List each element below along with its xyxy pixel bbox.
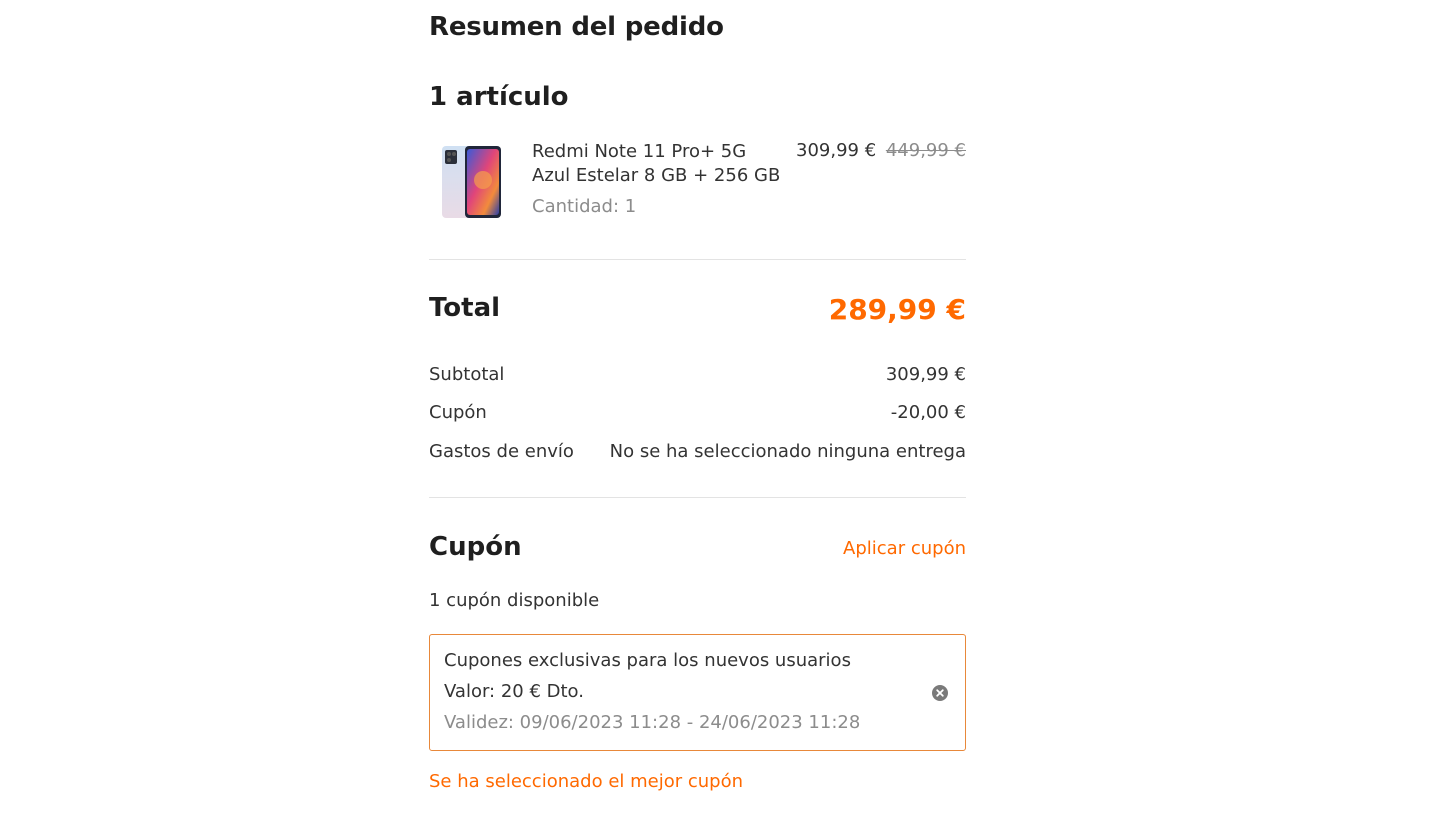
divider	[429, 259, 966, 260]
shipping-value: No se ha seleccionado ninguna entrega	[609, 441, 966, 462]
close-circle-icon[interactable]	[932, 685, 948, 701]
total-value: 289,99 €	[828, 293, 966, 326]
product-quantity: Cantidad: 1	[532, 196, 637, 217]
coupon-validity: Validez: 09/06/2023 11:28 - 24/06/2023 1…	[444, 712, 861, 733]
total-label: Total	[429, 293, 501, 323]
product-name[interactable]: Redmi Note 11 Pro+ 5G Azul Estelar 8 GB …	[532, 140, 792, 188]
coupon-discount-row: Cupón -20,00 €	[429, 402, 966, 428]
product-thumbnail[interactable]	[439, 144, 505, 220]
coupon-section-title: Cupón	[429, 532, 522, 562]
product-price: 309,99 €	[796, 140, 877, 161]
coupon-discount-value: -20,00 €	[890, 402, 966, 423]
subtotal-value: 309,99 €	[885, 364, 966, 385]
order-summary-panel: Resumen del pedido 1 artículo Redmi Note…	[429, 0, 966, 820]
coupon-discount-label: Cupón	[429, 402, 487, 423]
subtotal-label: Subtotal	[429, 364, 505, 385]
shipping-row: Gastos de envío No se ha seleccionado ni…	[429, 441, 966, 467]
best-coupon-note: Se ha seleccionado el mejor cupón	[429, 771, 744, 792]
smartphone-icon	[442, 146, 501, 218]
shipping-label: Gastos de envío	[429, 441, 574, 462]
product-original-price: 449,99 €	[885, 140, 966, 161]
coupon-card[interactable]: Cupones exclusivas para los nuevos usuar…	[429, 634, 966, 751]
apply-coupon-link[interactable]: Aplicar cupón	[843, 538, 966, 559]
order-summary-title: Resumen del pedido	[429, 12, 724, 42]
item-count-heading: 1 artículo	[429, 82, 569, 112]
product-name-line2: Azul Estelar 8 GB + 256 GB	[532, 165, 781, 186]
subtotal-row: Subtotal 309,99 €	[429, 364, 966, 390]
coupons-available-text: 1 cupón disponible	[429, 590, 600, 611]
coupon-value: Valor: 20 € Dto.	[444, 681, 584, 702]
coupon-name: Cupones exclusivas para los nuevos usuar…	[444, 650, 851, 671]
product-name-line1: Redmi Note 11 Pro+ 5G	[532, 141, 747, 162]
divider	[429, 497, 966, 498]
